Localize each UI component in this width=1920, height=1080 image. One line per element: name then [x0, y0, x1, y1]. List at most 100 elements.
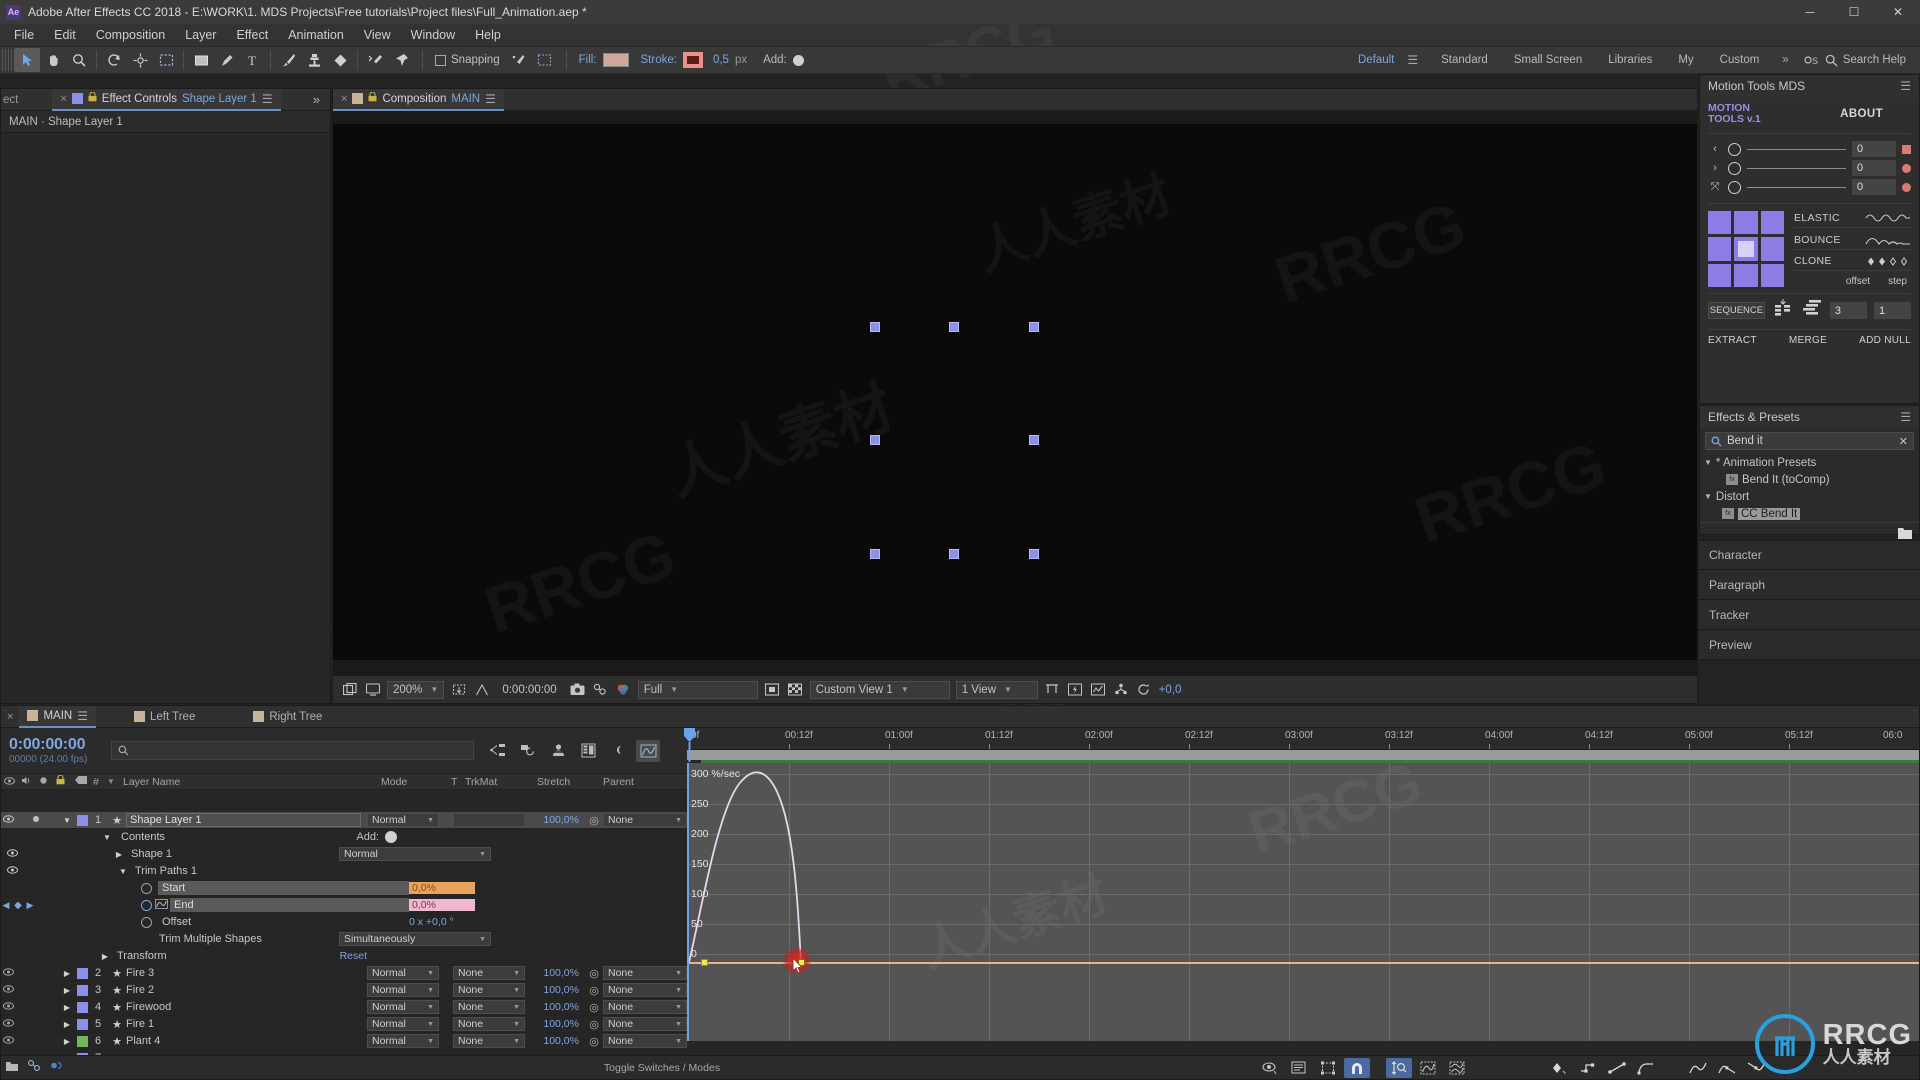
playhead-marker[interactable]: [684, 728, 695, 762]
expand-layer-triangle-icon[interactable]: ▶: [57, 986, 77, 995]
resolution-select[interactable]: Full ▼: [637, 680, 758, 699]
graph-type-icon[interactable]: [1257, 1058, 1283, 1078]
slider-track[interactable]: [1747, 186, 1846, 188]
selection-handle[interactable]: [870, 549, 880, 559]
arrow-left-icon[interactable]: ‹: [1708, 143, 1722, 155]
layer-name[interactable]: Fire 1: [126, 1018, 361, 1030]
parent-pickwhip-icon[interactable]: ◎: [585, 984, 603, 997]
effects-tree-folder-distort[interactable]: ▼ Distort: [1700, 488, 1919, 505]
arrow-right-icon[interactable]: ›: [1708, 162, 1722, 174]
stopwatch-icon[interactable]: [141, 882, 152, 894]
fast-previews-icon[interactable]: [1067, 681, 1084, 698]
menu-view[interactable]: View: [354, 26, 401, 44]
video-toggle-icon[interactable]: [1, 967, 15, 979]
snap-icon[interactable]: [1344, 1057, 1370, 1078]
stroke-swatch[interactable]: [682, 52, 703, 68]
stopwatch-icon[interactable]: [141, 916, 152, 928]
effects-tree-folder-animation-presets[interactable]: ▼ * Animation Presets: [1700, 454, 1919, 471]
renderer-icon[interactable]: [1113, 681, 1130, 698]
reset-exposure-icon[interactable]: [1136, 681, 1153, 698]
add-keyframe-icon[interactable]: [1546, 1058, 1572, 1078]
snapping-checkbox[interactable]: [435, 54, 446, 66]
slider-value-both[interactable]: 0: [1852, 179, 1896, 195]
apply-dot-icon[interactable]: [1902, 163, 1911, 173]
anchor-cell-bl[interactable]: [1708, 263, 1732, 287]
layer-name[interactable]: Plant 4: [126, 1035, 361, 1047]
panel-menu-icon[interactable]: ☰: [1900, 79, 1911, 93]
menu-layer[interactable]: Layer: [175, 26, 226, 44]
close-icon[interactable]: ×: [341, 93, 347, 105]
table-row[interactable]: ▶ 6 ★ Plant 4 Normal ▼ None ▼ 100,0% ◎ Non…: [1, 1033, 687, 1050]
property-value[interactable]: 0,0%: [409, 882, 475, 894]
col-stretch[interactable]: Stretch: [537, 776, 599, 788]
monitor-icon[interactable]: [364, 681, 381, 698]
stroke-width-value[interactable]: 0,5: [713, 54, 729, 66]
close-button[interactable]: ✕: [1876, 0, 1920, 24]
layer-parent-select[interactable]: None ▼: [603, 1034, 687, 1048]
hide-shy-layers-icon[interactable]: [546, 740, 570, 762]
col-parent[interactable]: Parent: [599, 776, 687, 788]
new-folder-icon[interactable]: [1897, 525, 1913, 540]
selection-handle[interactable]: [870, 435, 880, 445]
transform-reset-link[interactable]: Reset: [340, 950, 367, 962]
draft-3d-icon[interactable]: [516, 740, 540, 762]
graph-editor-toggle-icon[interactable]: [636, 739, 660, 762]
timeline-ruler[interactable]: 0f 00:12f 01:00f 01:12f 02:00f 02:12f 03…: [687, 728, 1919, 750]
rotation-tool-icon[interactable]: [101, 48, 127, 72]
property-row-shape-1[interactable]: ▶ Shape 1 Normal ▼: [1, 846, 687, 863]
panel-menu-icon[interactable]: ☰: [1900, 410, 1911, 424]
workspace-my[interactable]: My: [1665, 54, 1706, 66]
layer-mode-select[interactable]: Normal ▼: [367, 1034, 439, 1048]
exposure-value[interactable]: +0,0: [1159, 684, 1182, 696]
zoom-level-select[interactable]: 200% ▼: [387, 680, 445, 699]
anchor-cell-bc[interactable]: [1734, 263, 1758, 287]
solo-toggle-icon[interactable]: [29, 815, 43, 826]
elastic-button[interactable]: ELASTIC: [1794, 211, 1911, 228]
close-icon[interactable]: ×: [1, 711, 19, 723]
add-menu-icon[interactable]: [792, 54, 804, 66]
expand-triangle-icon[interactable]: ▼: [97, 833, 117, 842]
workspace-default[interactable]: Default: [1345, 54, 1407, 66]
view-preset-select[interactable]: Custom View 1 ▼: [809, 680, 950, 699]
workspace-libraries[interactable]: Libraries: [1595, 54, 1665, 66]
anchor-cell-mr[interactable]: [1760, 237, 1784, 261]
fill-swatch[interactable]: [602, 53, 629, 67]
anchor-cell-tr[interactable]: [1760, 211, 1784, 235]
toolbar-grip[interactable]: [2, 49, 12, 71]
menu-help[interactable]: Help: [465, 26, 511, 44]
show-snapshot-icon[interactable]: [592, 681, 609, 698]
current-time-block[interactable]: 0:00:00:00 00000 (24.00 fps): [1, 736, 111, 765]
channels-icon[interactable]: [615, 681, 632, 698]
property-value[interactable]: 0 x +0,0 °: [409, 916, 475, 928]
triangle-down-icon[interactable]: ▼: [1704, 458, 1712, 467]
layer-mode-select[interactable]: Normal ▼: [367, 983, 439, 997]
menu-file[interactable]: File: [4, 26, 44, 44]
anchor-grid[interactable]: [1708, 211, 1784, 287]
prev-keyframe-icon[interactable]: ◀: [1, 900, 11, 911]
layer-mode-select[interactable]: Normal ▼: [367, 813, 439, 827]
tab-main[interactable]: MAIN ☰: [19, 705, 96, 728]
hold-keyframe-icon[interactable]: [1575, 1058, 1601, 1078]
add-null-button[interactable]: ADD NULL: [1859, 335, 1911, 346]
layer-name[interactable]: Fire 2: [126, 984, 361, 996]
parent-pickwhip-icon[interactable]: ◎: [585, 1018, 603, 1031]
auto-bezier-keyframe-icon[interactable]: [1633, 1058, 1659, 1078]
layer-name[interactable]: Fire 3: [126, 967, 361, 979]
keyframe-marker-icon[interactable]: ◆: [11, 900, 25, 911]
layer-stretch-value[interactable]: 100,0%: [525, 1035, 585, 1047]
expand-triangle-icon[interactable]: ▶: [97, 952, 113, 961]
fit-all-graphs-icon[interactable]: [1444, 1058, 1470, 1078]
clone-button[interactable]: CLONE: [1794, 255, 1911, 271]
extract-button[interactable]: EXTRACT: [1708, 335, 1757, 346]
clear-search-icon[interactable]: ✕: [1899, 435, 1908, 448]
composition-canvas[interactable]: 人人素材 RRCG RRCG 人人素材 RRCG: [333, 124, 1697, 660]
pixel-aspect-icon[interactable]: [1044, 681, 1061, 698]
selection-handle[interactable]: [1029, 435, 1039, 445]
fit-comp-icon[interactable]: [450, 681, 467, 698]
trimpaths-visibility-icon[interactable]: [5, 865, 19, 877]
layer-parent-select[interactable]: None ▼: [603, 1000, 687, 1014]
panel-paragraph[interactable]: Paragraph: [1699, 570, 1920, 600]
hand-tool-icon[interactable]: [40, 48, 66, 72]
panel-menu-icon[interactable]: ☰: [77, 709, 88, 723]
layer-trkmat-select[interactable]: [453, 813, 525, 827]
